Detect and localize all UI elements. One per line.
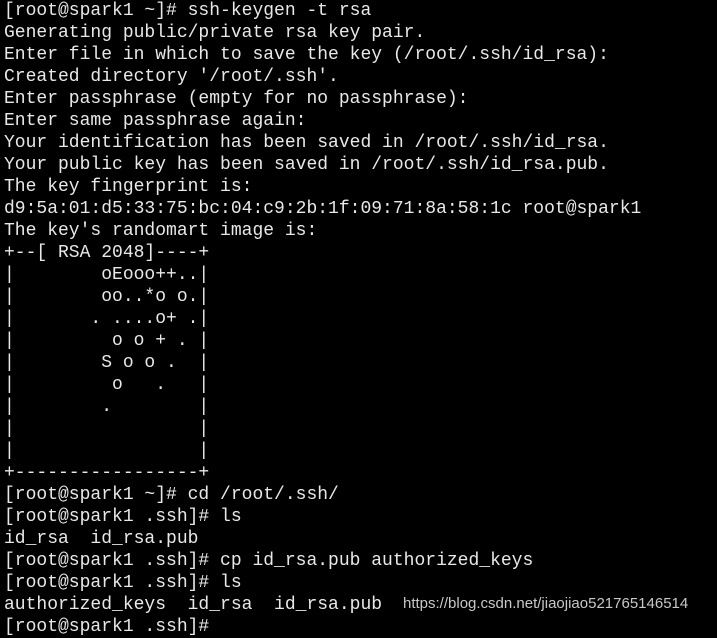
terminal-line: | . ....o+ .| [4, 309, 210, 329]
terminal-line: [root@spark1 .ssh]# ls [4, 507, 242, 527]
terminal-output[interactable]: [root@spark1 ~]# ssh-keygen -t rsa Genera… [4, 0, 641, 638]
terminal-line: Generating public/private rsa key pair. [4, 23, 426, 43]
watermark: https://blog.csdn.net/jiaojiao5217651465… [403, 595, 689, 612]
terminal-line: | oEooo++..| [4, 265, 210, 285]
terminal-line: id_rsa id_rsa.pub [4, 529, 199, 549]
terminal-line: [root@spark1 .ssh]# cp id_rsa.pub author… [4, 551, 534, 571]
terminal-line: [root@spark1 ~]# cd /root/.ssh/ [4, 485, 339, 505]
terminal-line: The key's randomart image is: [4, 221, 318, 241]
terminal-line: Created directory '/root/.ssh'. [4, 67, 339, 87]
terminal-line: Enter same passphrase again: [4, 111, 307, 131]
terminal-line: +--[ RSA 2048]----+ [4, 243, 210, 263]
terminal-line: | | [4, 441, 210, 461]
terminal-line: | . | [4, 397, 210, 417]
terminal-line: +-----------------+ [4, 463, 210, 483]
terminal-line: Your identification has been saved in /r… [4, 133, 609, 153]
terminal-line: | o . | [4, 375, 210, 395]
terminal-line: Enter file in which to save the key (/ro… [4, 45, 609, 65]
terminal-line: Your public key has been saved in /root/… [4, 155, 609, 175]
terminal-line: | | [4, 419, 210, 439]
terminal-line: d9:5a:01:d5:33:75:bc:04:c9:2b:1f:09:71:8… [4, 199, 642, 219]
terminal-line: [root@spark1 .ssh]# [4, 617, 210, 637]
terminal-line: | S o o . | [4, 353, 210, 373]
terminal-line: | o o + . | [4, 331, 210, 351]
terminal-line: The key fingerprint is: [4, 177, 253, 197]
terminal-line: Enter passphrase (empty for no passphras… [4, 89, 469, 109]
terminal-line: [root@spark1 ~]# ssh-keygen -t rsa [4, 1, 372, 21]
terminal-line: [root@spark1 .ssh]# ls [4, 573, 242, 593]
terminal-line: | oo..*o o.| [4, 287, 210, 307]
